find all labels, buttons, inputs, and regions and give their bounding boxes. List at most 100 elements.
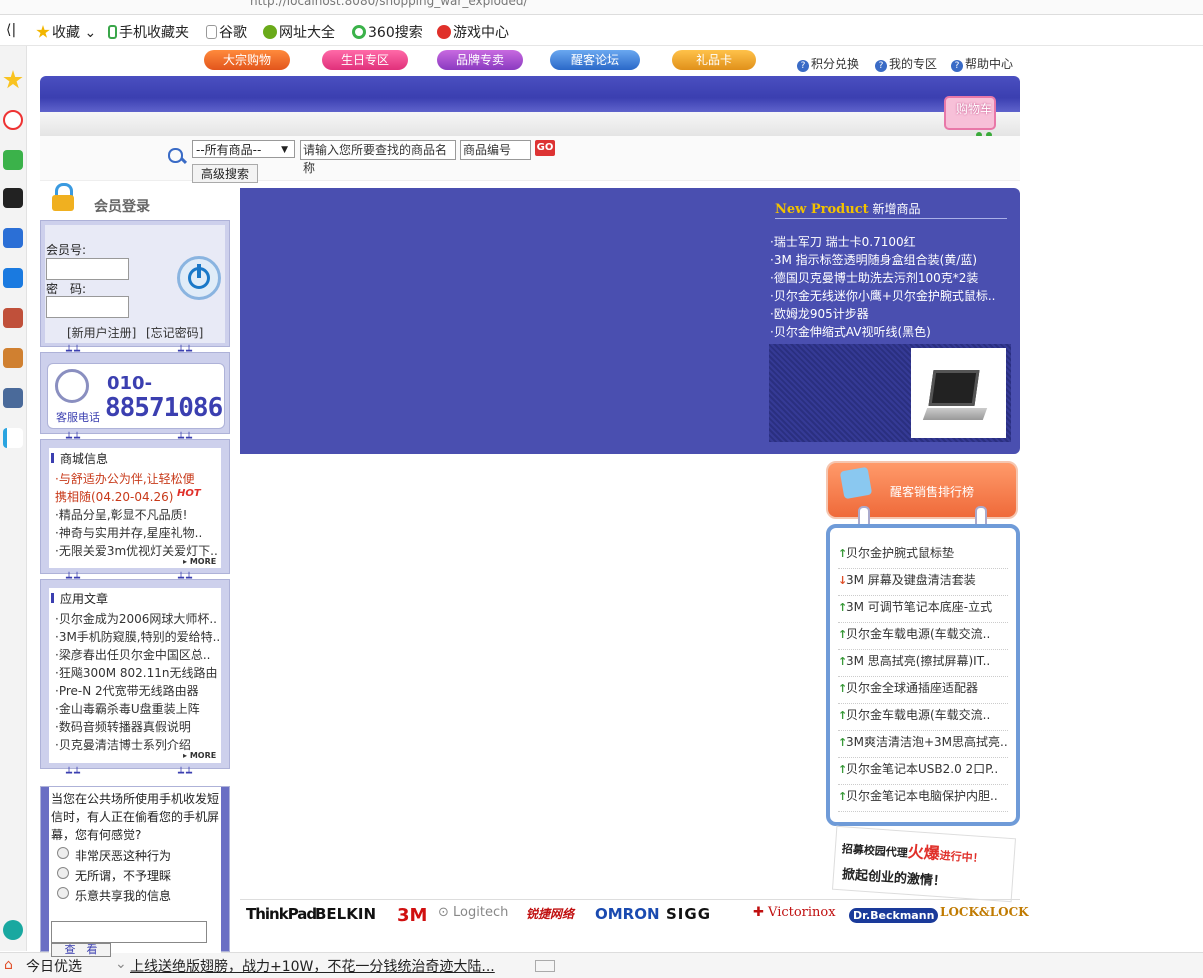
back-button[interactable]: ⟨|: [6, 22, 16, 38]
new-product-item[interactable]: ·欧姆龙905计步器: [770, 305, 869, 322]
new-product-item[interactable]: ·德国贝克曼博士助洗去污剂100克*2装: [770, 269, 978, 286]
brand-thinkpad[interactable]: ThinkPad: [246, 905, 317, 923]
poll-view-button[interactable]: 查 看: [51, 943, 111, 957]
brand-sigg[interactable]: SIGG: [666, 905, 711, 923]
poll-comment-input[interactable]: [51, 921, 207, 943]
register-link[interactable]: [新用户注册]: [67, 324, 136, 341]
bookmark-favorites[interactable]: 收藏 ⌄: [36, 22, 96, 42]
category-select[interactable]: --所有商品-- ▼: [192, 140, 295, 158]
bookmark-directory[interactable]: 网址大全: [263, 22, 335, 42]
pay-icon[interactable]: [3, 428, 23, 448]
poll-radio[interactable]: [57, 887, 69, 899]
advanced-search-button[interactable]: 高级搜索: [192, 164, 258, 183]
news-ticker-link[interactable]: 上线送绝版翅膀，战力+10W，不花一分钱统治奇迹大陆...: [130, 956, 495, 976]
document-icon[interactable]: [3, 228, 23, 248]
ranking-item[interactable]: ↓3M 屏幕及键盘清洁套装: [838, 569, 1008, 596]
game-app-1-icon[interactable]: [3, 308, 23, 328]
ticker-window-icon[interactable]: [535, 960, 555, 972]
more-link[interactable]: ▸ MORE: [183, 557, 216, 566]
campus-promo[interactable]: 招募校园代理火爆进行中！ 掀起创业的激情！: [831, 825, 1017, 903]
bookmark-360search[interactable]: 360搜索: [352, 22, 423, 42]
new-product-item[interactable]: ·贝尔金无线迷你小鹰+贝尔金护腕式鼠标..: [770, 287, 996, 304]
add-icon[interactable]: [3, 920, 23, 940]
game-center-icon[interactable]: [3, 188, 23, 208]
ranking-item[interactable]: ↑贝尔金笔记本电脑保护内胆..: [838, 785, 1008, 812]
brand-3m[interactable]: 3M: [397, 905, 427, 926]
nav-bulk-shopping[interactable]: 大宗购物: [204, 50, 290, 70]
nav-brands[interactable]: 品牌专卖: [437, 50, 523, 70]
product-code-input[interactable]: 商品编号: [460, 140, 531, 160]
mail-icon[interactable]: [3, 150, 23, 170]
cart-button[interactable]: 购物车: [944, 96, 996, 138]
bookmarks-bar: ⟨| 收藏 ⌄ 手机收藏夹 谷歌 网址大全 360搜索 游戏中心: [0, 15, 1203, 46]
password-label: 密 码:: [46, 282, 87, 296]
poll-radio[interactable]: [57, 867, 69, 879]
new-product-item[interactable]: ·贝尔金伸缩式AV视听线(黑色): [770, 323, 931, 340]
nav-gift-card[interactable]: 礼品卡: [672, 50, 756, 70]
list-item[interactable]: ·3M手机防窥膜,特别的爱给特..: [55, 628, 219, 645]
list-item[interactable]: ·贝尔金成为2006网球大师杯..: [55, 610, 219, 627]
power-icon-bar: [197, 264, 201, 278]
search-go-button[interactable]: GO: [535, 140, 555, 156]
list-item[interactable]: ·金山毒霸杀毒U盘重装上阵: [55, 700, 219, 717]
weibo-icon[interactable]: [3, 110, 23, 130]
list-item[interactable]: ·Pre-N 2代宽带无线路由器: [55, 682, 219, 699]
bookmark-google[interactable]: 谷歌: [206, 22, 247, 42]
ranking-item[interactable]: ↑贝尔金笔记本USB2.0 2口P..: [838, 758, 1008, 785]
chat-icon[interactable]: [3, 268, 23, 288]
product-image-frame: [769, 344, 1011, 442]
new-product-item[interactable]: ·瑞士军刀 瑞士卡0.7100红: [770, 233, 916, 250]
ranking-item[interactable]: ↑贝尔金全球通插座适配器: [838, 677, 1008, 704]
bookmark-games[interactable]: 游戏中心: [437, 22, 509, 42]
list-item[interactable]: 携相随(04.20-04.26): [55, 488, 175, 505]
articles-box: 应用文章 ·贝尔金成为2006网球大师杯.. ·3M手机防窥膜,特别的爱给特..…: [40, 579, 230, 769]
today-picks[interactable]: 今日优选: [26, 956, 82, 976]
ranking-header: 醒客销售排行榜: [826, 461, 1018, 519]
help-center-link[interactable]: ? 帮助中心: [951, 55, 1013, 72]
list-item[interactable]: ·神奇与实用并存,星座礼物..: [55, 524, 219, 541]
trend-up-icon: ↑: [838, 790, 848, 803]
ranking-item[interactable]: ↑贝尔金车载电源(车载交流..: [838, 704, 1008, 731]
list-item[interactable]: ·精品分呈,彰显不凡品质!: [55, 506, 219, 523]
more-link[interactable]: ▸ MORE: [183, 751, 216, 760]
list-item[interactable]: ·狂飚300M 802.11n无线路由: [55, 664, 219, 681]
hot-badge: HOT: [177, 488, 201, 499]
laptop-image[interactable]: [911, 348, 1006, 438]
ranking-item[interactable]: ↑贝尔金车载电源(车载交流..: [838, 623, 1008, 650]
ranking-item[interactable]: ↑3M 可调节笔记本底座-立式: [838, 596, 1008, 623]
star-icon: [36, 25, 50, 38]
url-text: http://localhost:8080/shopping_war_explo…: [250, 0, 528, 8]
list-item[interactable]: ·梁彦春出任贝尔金中国区总..: [55, 646, 219, 663]
points-exchange-link[interactable]: ? 积分兑换: [797, 55, 859, 72]
poll-radio[interactable]: [57, 847, 69, 859]
brand-logitech[interactable]: ⊙ Logitech: [438, 905, 508, 920]
game-app-3-icon[interactable]: [3, 388, 23, 408]
trend-up-icon: ↑: [838, 655, 848, 668]
brand-locklock[interactable]: LOCK&LOCK: [940, 905, 1029, 919]
forgot-password-link[interactable]: [忘记密码]: [146, 324, 203, 341]
game-app-2-icon[interactable]: [3, 348, 23, 368]
member-id-input[interactable]: [46, 258, 129, 280]
bookmark-mobile[interactable]: 手机收藏夹: [108, 22, 189, 42]
new-product-item[interactable]: ·3M 指示标签透明随身盒组合装(黄/蓝): [770, 251, 977, 268]
brand-victorinox[interactable]: ✚ Victorinox: [753, 905, 836, 920]
brand-drbeckmann[interactable]: Dr.Beckmann: [849, 908, 939, 923]
favorites-icon[interactable]: [3, 70, 23, 89]
login-button[interactable]: [177, 256, 221, 300]
ranking-item[interactable]: ↑3M 思高拭亮(擦拭屏幕)IT..: [838, 650, 1008, 677]
ranking-item[interactable]: ↑贝尔金护腕式鼠标垫: [838, 542, 1008, 569]
my-area-link[interactable]: ? 我的专区: [875, 55, 937, 72]
poll-question: 当您在公共场所使用手机收发短信时，有人正在偷看您的手机屏幕，您有何感觉?: [51, 792, 220, 842]
chevron-down-icon[interactable]: ⌄: [115, 956, 127, 972]
list-item[interactable]: ·数码音频转播器真假说明: [55, 718, 219, 735]
ranking-item[interactable]: ↑3M爽洁清洁泡+3M思高拭亮..: [838, 731, 1008, 758]
nav-forum[interactable]: 醒客论坛: [550, 50, 640, 70]
address-bar[interactable]: http://localhost:8080/shopping_war_explo…: [0, 0, 1203, 15]
brand-omron[interactable]: OMRON: [595, 905, 660, 923]
nav-birthday[interactable]: 生日专区: [322, 50, 408, 70]
list-item[interactable]: ·与舒适办公为伴,让轻松便: [55, 470, 219, 487]
brand-ruijie[interactable]: 锐捷网络: [526, 905, 574, 922]
brand-belkin[interactable]: BELKIN: [315, 905, 376, 923]
keyword-input[interactable]: 请输入您所要查找的商品名称: [300, 140, 456, 175]
password-input[interactable]: [46, 296, 129, 318]
